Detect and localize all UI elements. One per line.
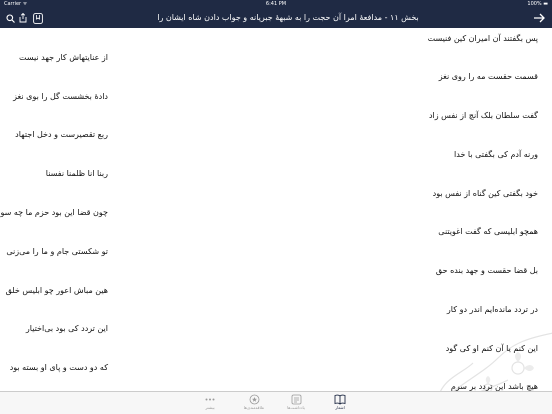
verse-left-9[interactable]: که دو دست و پای او بسته بود xyxy=(10,363,108,372)
favorites-icon xyxy=(249,394,259,405)
verse-right-5[interactable]: خود بگفتی کین گناه از نفس بود xyxy=(433,189,538,198)
search-icon[interactable] xyxy=(4,8,16,28)
bookmark-icon[interactable] xyxy=(31,8,45,28)
verse-left-2[interactable]: دادهٔ بخشست گل را بوی نغز xyxy=(13,92,108,101)
floral-decoration-icon xyxy=(439,332,552,391)
tab-more[interactable]: بیشتر xyxy=(190,394,230,413)
tab-notes[interactable]: یادداشت‌ها xyxy=(276,394,316,413)
tab-bar: اشعار یادداشت‌ها علاقه‌مندی‌ها بیشتر xyxy=(0,391,552,414)
verse-right-2[interactable]: قسمت حقست مه را روی نغز xyxy=(439,72,538,81)
book-icon xyxy=(334,394,346,405)
tab-favorites-label: علاقه‌مندی‌ها xyxy=(243,405,265,410)
tab-poems[interactable]: اشعار xyxy=(320,394,360,413)
tab-more-label: بیشتر xyxy=(205,405,215,410)
share-icon[interactable] xyxy=(17,8,29,28)
verse-left-7[interactable]: هین مباش اعور چو ابلیس خلق xyxy=(6,286,108,295)
status-bar: Carrier ᯤ 6:41 PM 100% ▬ xyxy=(0,0,552,8)
tab-poems-label: اشعار xyxy=(335,405,345,410)
verse-left-8[interactable]: این تردد کی بود بی‌اختیار xyxy=(26,324,108,333)
verse-right-3[interactable]: گفت سلطان بلک آنچ از نفس زاد xyxy=(429,111,538,120)
notes-icon xyxy=(291,394,301,405)
battery-indicator: 100% ▬ xyxy=(527,1,548,7)
tab-notes-label: یادداشت‌ها xyxy=(287,405,305,410)
navigation-bar: بخش ۱۱ - مدافعهٔ امرا آن حجت را به شبههٔ… xyxy=(0,8,552,28)
verse-left-6[interactable]: تو شکستی جام و ما را می‌زنی xyxy=(6,247,108,256)
more-icon xyxy=(205,398,215,401)
verse-right-8[interactable]: در تردد مانده‌ایم اندر دو کار xyxy=(447,305,538,314)
verse-right-10[interactable]: هیچ باشد این تردد بر سرم xyxy=(451,382,538,391)
verse-right-4[interactable]: ورنه آدم کی بگفتی با خدا xyxy=(454,150,538,159)
verse-left-3[interactable]: ربع تقصیرست و دخل اجتهاد xyxy=(15,130,108,139)
poem-content[interactable]: پس بگفتند آن امیران کین فنیست قسمت حقست … xyxy=(0,28,552,391)
back-arrow-icon[interactable] xyxy=(530,8,548,28)
verse-right-7[interactable]: بل قضا حقست و جهد بنده حق xyxy=(436,266,538,275)
page-title: بخش ۱۱ - مدافعهٔ امرا آن حجت را به شبههٔ… xyxy=(157,13,419,22)
verse-left-1[interactable]: از عنایتهاش کار جهد نیست xyxy=(19,53,108,62)
verse-left-5[interactable]: چون قضا این بود حزم ما چه سود xyxy=(0,208,108,217)
verse-right-1[interactable]: پس بگفتند آن امیران کین فنیست xyxy=(428,34,538,43)
verse-left-4[interactable]: ربنا انا ظلمنا نفسنا xyxy=(46,169,108,178)
verse-right-6[interactable]: همچو ابلیسی که گفت اغویتنی xyxy=(438,227,538,236)
verse-right-9[interactable]: این کنم یا آن کنم او کی گود xyxy=(446,344,538,353)
status-time: 6:41 PM xyxy=(265,1,287,7)
tab-favorites[interactable]: علاقه‌مندی‌ها xyxy=(234,394,274,413)
